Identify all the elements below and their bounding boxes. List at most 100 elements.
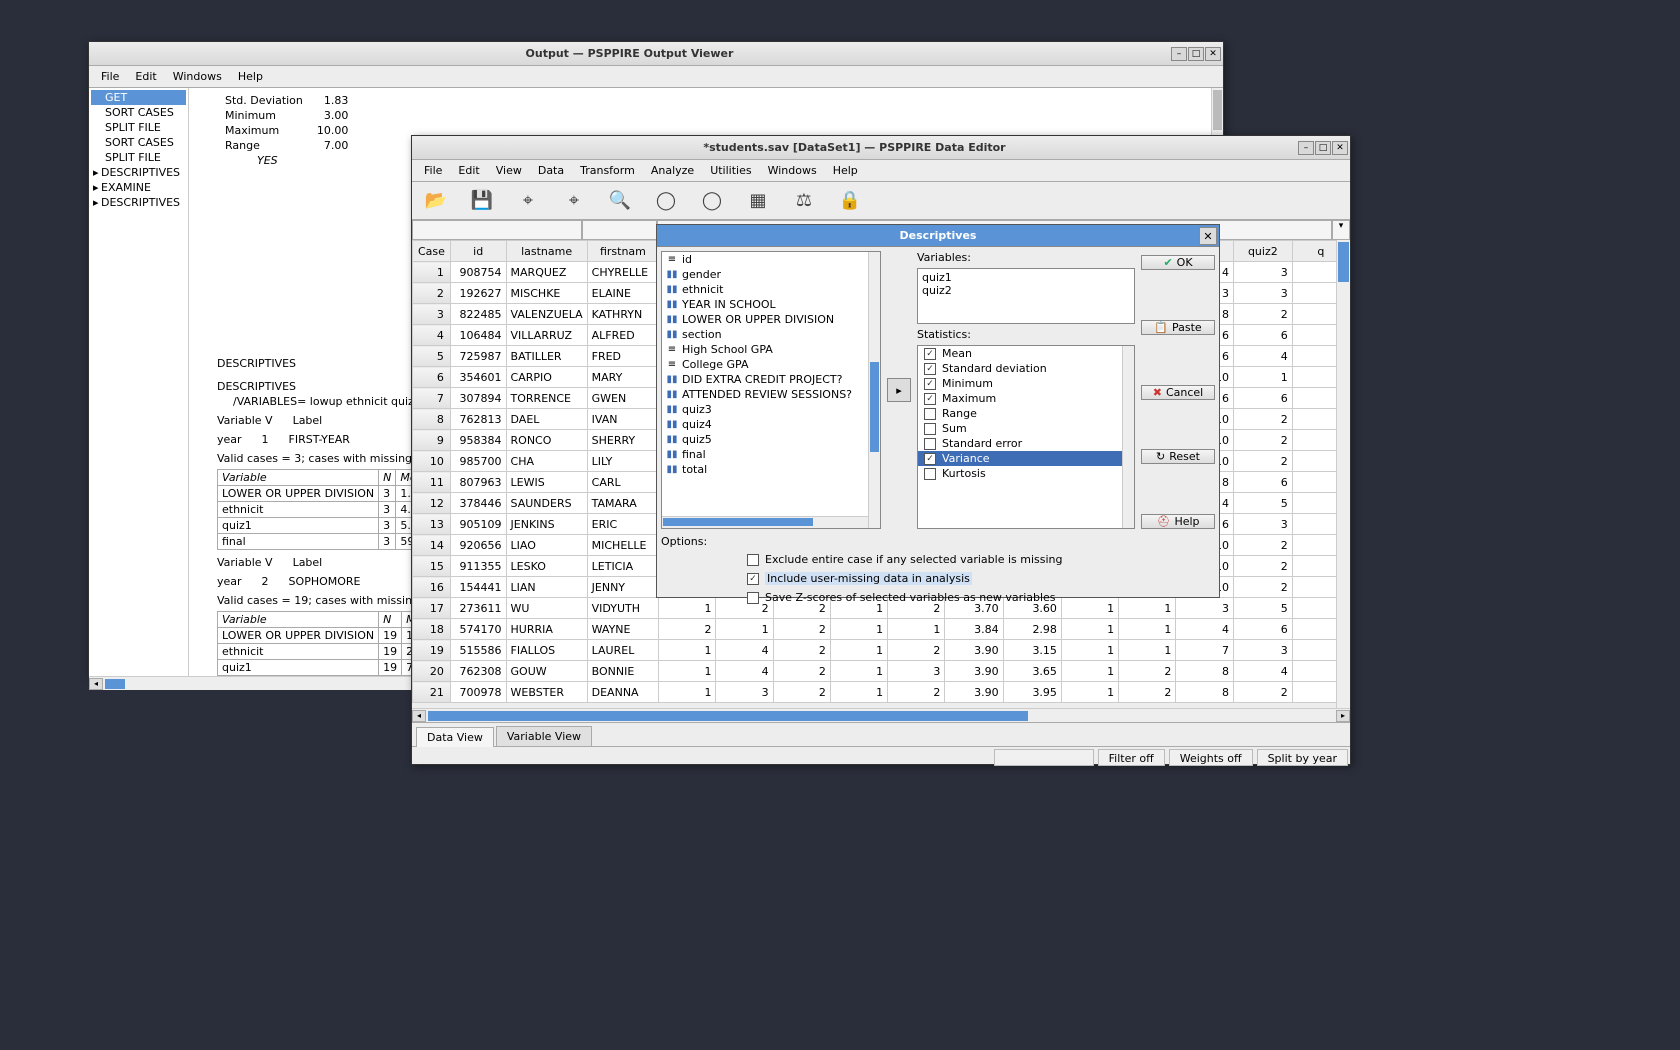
value-labels-icon[interactable]: 🔒 xyxy=(836,187,864,215)
tree-item[interactable]: SPLIT FILE xyxy=(91,120,186,135)
source-variables-list[interactable]: ≡id▮▮gender▮▮ethnicit▮▮YEAR IN SCHOOL▮▮L… xyxy=(661,251,881,529)
close-button[interactable]: ✕ xyxy=(1205,47,1221,61)
tab-data-view[interactable]: Data View xyxy=(416,727,494,747)
ok-button[interactable]: ✔OK xyxy=(1141,255,1215,270)
weight-icon[interactable]: ⚖ xyxy=(790,187,818,215)
split-icon[interactable]: ▦ xyxy=(744,187,772,215)
tree-item[interactable]: DESCRIPTIVES xyxy=(91,165,186,180)
menu-help[interactable]: Help xyxy=(230,68,271,85)
src-scroll-horizontal[interactable] xyxy=(662,516,868,528)
open-icon[interactable]: 📂 xyxy=(422,187,450,215)
source-var-item[interactable]: ▮▮quiz5 xyxy=(662,432,880,447)
insert-case-icon[interactable]: ◯ xyxy=(652,187,680,215)
tree-item[interactable]: GET xyxy=(91,90,186,105)
menu-windows[interactable]: Windows xyxy=(165,68,230,85)
maximize-button[interactable]: □ xyxy=(1188,47,1204,61)
menu-windows[interactable]: Windows xyxy=(760,162,825,179)
stat-item[interactable]: Sum xyxy=(918,421,1134,436)
value: 2 xyxy=(262,575,269,588)
source-var-item[interactable]: ▮▮YEAR IN SCHOOL xyxy=(662,297,880,312)
src-scroll-vertical[interactable] xyxy=(868,252,880,528)
menu-edit[interactable]: Edit xyxy=(127,68,164,85)
source-var-item[interactable]: ≡College GPA xyxy=(662,357,880,372)
menu-view[interactable]: View xyxy=(488,162,530,179)
tree-item[interactable]: SORT CASES xyxy=(91,105,186,120)
source-var-item[interactable]: ▮▮ATTENDED REVIEW SESSIONS? xyxy=(662,387,880,402)
menu-file[interactable]: File xyxy=(93,68,127,85)
menu-transform[interactable]: Transform xyxy=(572,162,643,179)
stat-checkbox[interactable] xyxy=(924,453,936,465)
save-icon[interactable]: 💾 xyxy=(468,187,496,215)
source-var-item[interactable]: ▮▮final xyxy=(662,447,880,462)
tab-variable-view[interactable]: Variable View xyxy=(496,726,592,746)
menu-utilities[interactable]: Utilities xyxy=(702,162,759,179)
source-var-item[interactable]: ▮▮section xyxy=(662,327,880,342)
menu-file[interactable]: File xyxy=(416,162,450,179)
insert-var-icon[interactable]: ◯ xyxy=(698,187,726,215)
menu-help[interactable]: Help xyxy=(825,162,866,179)
statistics-list[interactable]: MeanStandard deviationMinimumMaximumRang… xyxy=(917,345,1135,529)
help-button[interactable]: ⛑Help xyxy=(1141,514,1215,529)
value: year xyxy=(217,433,242,446)
stat-item[interactable]: Range xyxy=(918,406,1134,421)
tree-item[interactable]: EXAMINE xyxy=(91,180,186,195)
stat-item[interactable]: Minimum xyxy=(918,376,1134,391)
source-var-item[interactable]: ▮▮total xyxy=(662,462,880,477)
menu-data[interactable]: Data xyxy=(530,162,572,179)
goto-case-icon[interactable]: ⌖ xyxy=(514,187,542,215)
reset-button[interactable]: ↻Reset xyxy=(1141,449,1215,464)
minimize-button[interactable]: – xyxy=(1171,47,1187,61)
selected-var[interactable]: quiz2 xyxy=(922,284,1130,297)
stat-checkbox[interactable] xyxy=(924,393,936,405)
stat-checkbox[interactable] xyxy=(924,378,936,390)
tree-item[interactable]: SPLIT FILE xyxy=(91,150,186,165)
stat-checkbox[interactable] xyxy=(924,468,936,480)
output-titlebar[interactable]: Output — PSPPIRE Output Viewer – □ ✕ xyxy=(89,42,1223,66)
stat-checkbox[interactable] xyxy=(924,408,936,420)
source-var-item[interactable]: ▮▮LOWER OR UPPER DIVISION xyxy=(662,312,880,327)
stat-item[interactable]: Maximum xyxy=(918,391,1134,406)
editor-titlebar[interactable]: *students.sav [DataSet1] — PSPPIRE Data … xyxy=(412,136,1350,160)
source-var-item[interactable]: ▮▮quiz4 xyxy=(662,417,880,432)
stat-item[interactable]: Mean xyxy=(918,346,1134,361)
stat-item[interactable]: Variance xyxy=(918,451,1134,466)
cancel-button[interactable]: ✖Cancel xyxy=(1141,385,1215,400)
grid-scroll-vertical[interactable] xyxy=(1336,240,1350,708)
checkbox-exclude[interactable] xyxy=(747,554,759,566)
paste-button[interactable]: 📋Paste xyxy=(1141,320,1215,335)
close-button[interactable]: ✕ xyxy=(1332,141,1348,155)
dialog-close-button[interactable]: ✕ xyxy=(1199,227,1217,245)
find-icon[interactable]: 🔍 xyxy=(606,187,634,215)
source-var-item[interactable]: ≡High School GPA xyxy=(662,342,880,357)
stat-checkbox[interactable] xyxy=(924,348,936,360)
checkbox-include-missing[interactable] xyxy=(747,573,759,585)
selected-variables-list[interactable]: quiz1 quiz2 xyxy=(917,268,1135,324)
stat-item[interactable]: Standard error xyxy=(918,436,1134,451)
source-var-item[interactable]: ▮▮gender xyxy=(662,267,880,282)
col-header: Variable V xyxy=(217,556,273,569)
goto-var-icon[interactable]: ⌖ xyxy=(560,187,588,215)
stat-checkbox[interactable] xyxy=(924,423,936,435)
stat-checkbox[interactable] xyxy=(924,438,936,450)
editor-menubar: File Edit View Data Transform Analyze Ut… xyxy=(412,160,1350,182)
stat-checkbox[interactable] xyxy=(924,363,936,375)
minimize-button[interactable]: – xyxy=(1298,141,1314,155)
selected-var[interactable]: quiz1 xyxy=(922,271,1130,284)
menu-analyze[interactable]: Analyze xyxy=(643,162,702,179)
output-tree[interactable]: GET SORT CASES SPLIT FILE SORT CASES SPL… xyxy=(89,88,189,676)
maximize-button[interactable]: □ xyxy=(1315,141,1331,155)
tree-item[interactable]: SORT CASES xyxy=(91,135,186,150)
options-label: Options: xyxy=(661,535,1129,548)
source-var-item[interactable]: ≡id xyxy=(662,252,880,267)
stat-item[interactable]: Standard deviation xyxy=(918,361,1134,376)
checkbox-zscores[interactable] xyxy=(747,592,759,604)
tree-item[interactable]: DESCRIPTIVES xyxy=(91,195,186,210)
menu-edit[interactable]: Edit xyxy=(450,162,487,179)
grid-scroll-horizontal[interactable]: ◂▸ xyxy=(412,708,1350,722)
source-var-item[interactable]: ▮▮quiz3 xyxy=(662,402,880,417)
move-right-button[interactable]: ▸ xyxy=(887,378,911,402)
source-var-item[interactable]: ▮▮DID EXTRA CREDIT PROJECT? xyxy=(662,372,880,387)
stats-scroll-vertical[interactable] xyxy=(1122,346,1134,528)
source-var-item[interactable]: ▮▮ethnicit xyxy=(662,282,880,297)
stat-item[interactable]: Kurtosis xyxy=(918,466,1134,481)
